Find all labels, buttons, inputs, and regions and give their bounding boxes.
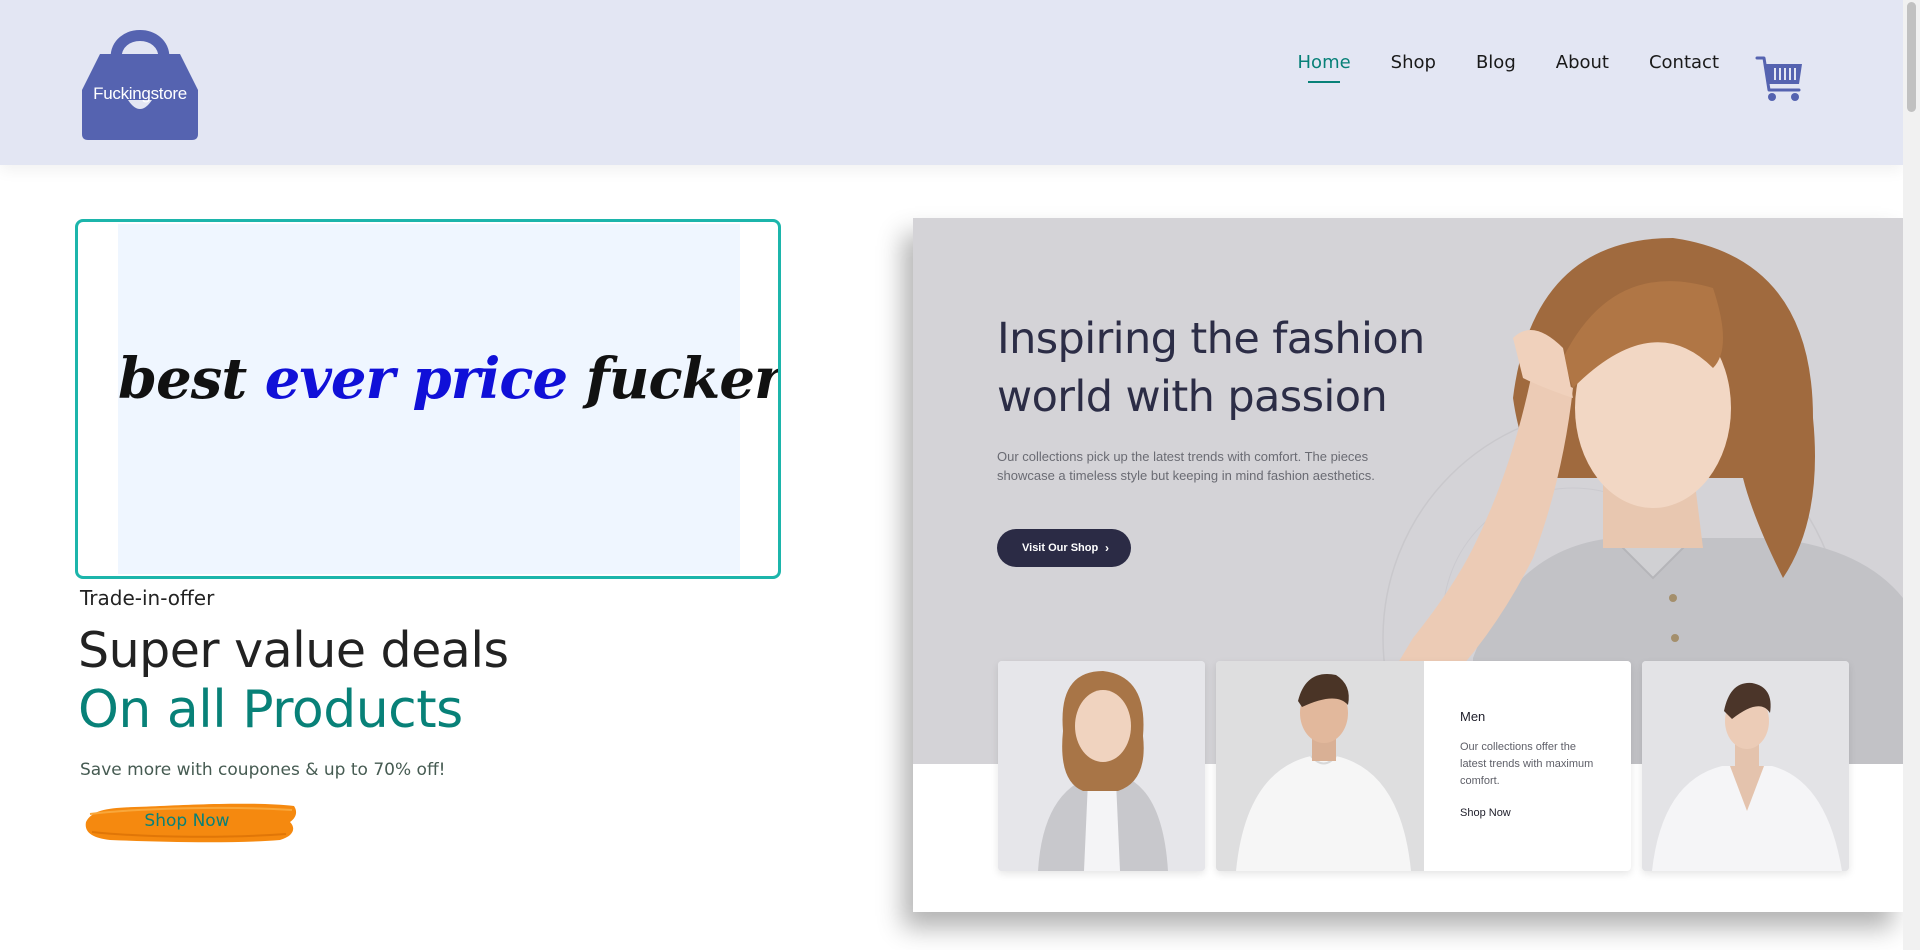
nav-home[interactable]: Home (1298, 52, 1351, 83)
nav-blog[interactable]: Blog (1476, 52, 1516, 79)
hero-kicker: Trade-in-offer (80, 586, 215, 610)
men-card-title: Men (1460, 709, 1486, 724)
chevron-right-icon: › (1105, 541, 1109, 555)
promo-banner-image: best ever price fucker (118, 224, 778, 574)
hero-headline: Super value deals (78, 622, 509, 679)
promo-word-1: best (118, 346, 247, 412)
man-tshirt-photo (1216, 661, 1424, 871)
visit-shop-label: Visit Our Shop (1022, 542, 1099, 554)
visit-shop-button[interactable]: Visit Our Shop › (997, 529, 1131, 567)
shopping-cart-icon[interactable] (1755, 54, 1805, 104)
shop-now-label: Shop Now (144, 811, 230, 831)
shopping-bag-logo-icon (82, 30, 198, 140)
nav-about[interactable]: About (1556, 52, 1609, 79)
men-info-panel: Men Our collections offer the latest tre… (1424, 661, 1631, 871)
nav-shop[interactable]: Shop (1391, 52, 1436, 79)
page-scrollbar[interactable] (1903, 0, 1920, 950)
site-header: Fuckingstore Home Shop Blog About Contac… (0, 0, 1903, 165)
scrollbar-thumb[interactable] (1907, 2, 1916, 112)
banner-description: Our collections pick up the latest trend… (997, 449, 1375, 483)
product-card-women[interactable] (998, 661, 1205, 871)
hero-headline-accent: On all Products (78, 680, 463, 740)
main-navigation: Home Shop Blog About Contact (1258, 52, 1719, 83)
woman-vneck-photo (1642, 661, 1849, 871)
banner-title: Inspiring the fashion world with passion (997, 314, 1425, 422)
product-card-women-vneck[interactable] (1642, 661, 1849, 871)
promo-word-2: ever price (264, 346, 568, 412)
hero-subtext: Save more with coupones & up to 70% off! (80, 760, 446, 780)
men-card-description: Our collections offer the latest trends … (1460, 741, 1594, 787)
store-logo[interactable]: Fuckingstore (78, 18, 202, 142)
promo-word-3: fucker (585, 346, 781, 412)
promo-banner: best ever price fucker (75, 219, 781, 579)
promo-text: best ever price fucker (118, 346, 778, 412)
woman-cardigan-photo (998, 661, 1205, 871)
men-shop-now-link[interactable]: Shop Now (1460, 807, 1511, 819)
fashion-banner-image: Inspiring the fashion world with passion… (913, 218, 1903, 912)
logo-text: Fuckingstore (93, 84, 187, 103)
nav-contact[interactable]: Contact (1649, 52, 1719, 79)
shop-now-button[interactable]: Shop Now (80, 800, 300, 844)
